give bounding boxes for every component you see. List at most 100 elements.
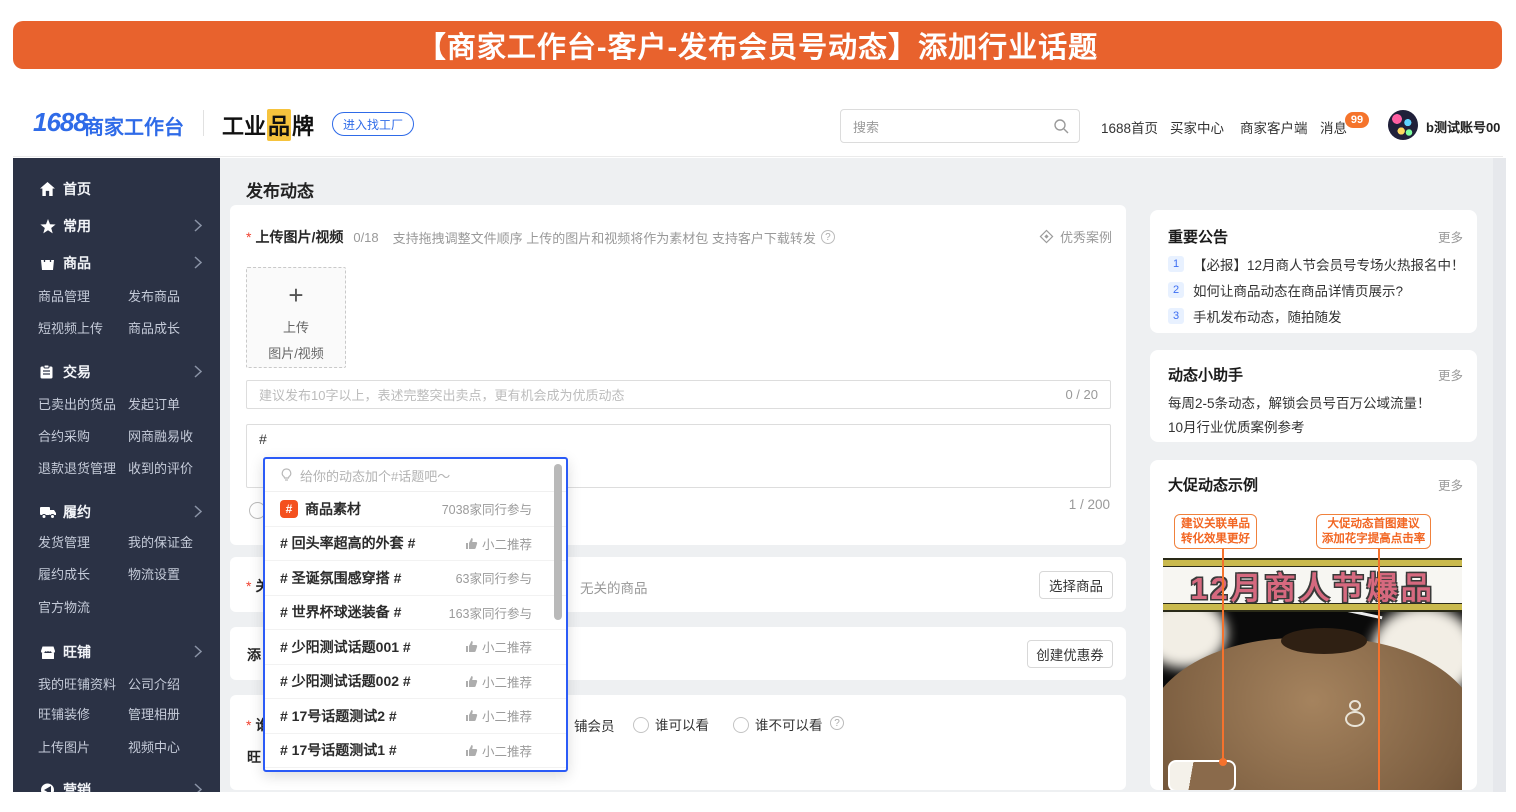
promo-example-image: 12月商人节爆品 [1163,558,1462,790]
promo-title: 大促动态示例 [1168,474,1258,495]
sidebar-item-received-reviews[interactable]: 收到的评价 [128,458,193,477]
topic-item[interactable]: # 商品素材 7038家同行参与 [265,492,566,527]
sidebar-item-marketing[interactable]: 营销 [13,779,220,792]
promo-pointer-line-right [1378,549,1380,790]
sidebar-item-video-center[interactable]: 视频中心 [128,737,180,756]
account-name[interactable]: b测试账号00 [1426,117,1500,136]
topic-item[interactable]: # 圣诞氛围感穿搭 # 63家同行参与 [265,561,566,596]
sidebar-item-goods-growth[interactable]: 商品成长 [128,318,180,337]
storefront-icon [40,646,56,659]
nav-merchant-client[interactable]: 商家客户端 [1240,117,1308,137]
bulb-icon [280,468,293,482]
announcement-item[interactable]: 2 如何让商品动态在商品详情页展示? [1168,280,1403,300]
sidebar-item-shop[interactable]: 旺铺 [13,641,220,663]
topic-item[interactable]: # 回头率超高的外套 # 小二推荐 [265,527,566,562]
radio-option-who-can-see[interactable]: 谁可以看 [633,714,709,735]
dropdown-scrollbar[interactable] [554,464,562,620]
assistant-more-link[interactable]: 更多 [1438,365,1463,384]
sidebar-item-logistics-settings[interactable]: 物流设置 [128,564,180,583]
sidebar-item-trade[interactable]: 交易 [13,361,220,383]
coupon-label: 添 [247,645,261,665]
thumb-up-icon [465,744,478,757]
promo-photo [1163,612,1462,790]
sidebar-item-online-finance[interactable]: 网商融易收 [128,426,193,445]
sidebar-item-company-intro[interactable]: 公司介绍 [128,674,180,693]
topic-dropdown: 给你的动态加个#话题吧～ # 商品素材 7038家同行参与 # 回头率超高的外套… [263,457,568,772]
sidebar-item-fulfillment-growth[interactable]: 履约成长 [38,564,90,583]
sidebar-subrow: 履约成长 物流设置 [13,564,220,584]
topic-item[interactable]: # 17号话题测试2 # 小二推荐 [265,699,566,734]
announcements-title: 重要公告 [1168,226,1228,247]
thumb-up-icon [465,640,478,653]
sidebar-item-favorites[interactable]: 常用 [13,215,220,237]
sidebar: 首页 常用 商品 商品管理 发布商品 短视频上传 商品成长 交易 已卖出的货品 … [13,158,220,792]
announcement-item[interactable]: 3 手机发布动态，随拍随发 [1168,306,1342,326]
search-icon[interactable] [1053,118,1069,134]
title-input[interactable]: 建议发布10字以上，表述完整突出卖点，更有机会成为优质动态 0 / 20 [246,380,1111,409]
sidebar-item-my-deposit[interactable]: 我的保证金 [128,532,193,551]
logo-workbench-label[interactable]: 商家工作台 [84,111,184,140]
promo-pointer-dot [1219,758,1227,766]
sidebar-item-shipping-manage[interactable]: 发货管理 [38,532,90,551]
announcements-more-link[interactable]: 更多 [1438,227,1463,246]
search-input[interactable]: 搜索 [840,109,1080,143]
nav-1688-home[interactable]: 1688首页 [1101,117,1158,137]
megaphone-icon [40,783,56,792]
sidebar-item-sold-goods[interactable]: 已卖出的货品 [38,394,116,413]
sidebar-item-short-video-upload[interactable]: 短视频上传 [38,318,103,337]
logo-1688[interactable]: 1688 [33,107,87,138]
banner-title: 【商家工作台-客户-发布会员号动态】添加行业话题 [417,24,1098,66]
sidebar-item-fulfillment[interactable]: 履约 [13,501,220,523]
sidebar-item-album-manage[interactable]: 管理相册 [128,704,180,723]
create-coupon-button[interactable]: 创建优惠券 [1027,640,1113,668]
topic-dropdown-header: 给你的动态加个#话题吧～ [265,459,566,492]
shop-member-label: 铺会员 [574,715,615,735]
topic-item[interactable]: # 少阳测试话题001 # 小二推荐 [265,630,566,665]
topic-item[interactable]: # 少阳测试话题002 # 小二推荐 [265,665,566,700]
sidebar-item-upload-image[interactable]: 上传图片 [38,737,90,756]
topic-item[interactable]: # 17号话题测试1 # 小二推荐 [265,734,566,769]
bear-logo-icon [1349,700,1361,711]
sidebar-item-goods-manage[interactable]: 商品管理 [38,286,90,305]
sidebar-item-shop-decoration[interactable]: 旺铺装修 [38,704,90,723]
hash-badge-icon: # [280,500,298,518]
sidebar-item-contract-purchase[interactable]: 合约采购 [38,426,90,445]
industrial-brand-logo[interactable]: 工业品牌 [222,109,314,141]
page-banner: 【商家工作台-客户-发布会员号动态】添加行业话题 [13,21,1502,69]
sidebar-item-home[interactable]: 首页 [13,178,220,200]
promo-pointer-line-left [1222,549,1224,762]
sidebar-item-official-logistics[interactable]: 官方物流 [38,597,90,616]
required-asterisk: * [246,717,251,733]
sidebar-item-goods[interactable]: 商品 [13,252,220,274]
message-count-badge[interactable]: 99 [1345,112,1369,128]
radio-option-who-cannot-see[interactable]: 谁不可以看 [733,714,823,735]
radio-icon[interactable] [633,717,649,733]
nav-buyer-center[interactable]: 买家中心 [1170,117,1224,137]
question-icon[interactable]: ? [830,716,844,730]
industrial-brand-part1: 工业 [222,109,266,141]
upload-media-button[interactable]: + 上传 图片/视频 [246,267,346,368]
radio-icon[interactable] [733,717,749,733]
chevron-right-icon [194,219,202,232]
question-icon[interactable]: ? [821,230,835,244]
sidebar-subrow: 已卖出的货品 发起订单 [13,394,220,414]
find-factory-button[interactable]: 进入找工厂 [332,112,414,136]
excellent-case-link[interactable]: 优秀案例 [1039,227,1112,246]
promo-more-link[interactable]: 更多 [1438,475,1463,494]
avatar[interactable] [1388,110,1418,140]
page-scrollbar[interactable] [1493,158,1506,792]
nav-messages[interactable]: 消息 [1320,117,1347,137]
promo-callout-right: 大促动态首图建议 添加花字提高点击率 [1316,514,1431,549]
sidebar-item-my-shop-info[interactable]: 我的旺铺资料 [38,674,116,693]
select-goods-button[interactable]: 选择商品 [1039,571,1113,599]
sidebar-subrow: 我的旺铺资料 公司介绍 [13,674,220,694]
sidebar-item-publish-goods[interactable]: 发布商品 [128,286,180,305]
screen: 【商家工作台-客户-发布会员号动态】添加行业话题 1688 商家工作台 工业品牌… [0,0,1516,812]
topic-item[interactable]: # 世界杯球迷装备 # 163家同行参与 [265,596,566,631]
upload-label-row: * 上传图片/视频 0/18 支持拖拽调整文件顺序 上传的图片和视频将作为素材包… [246,227,835,247]
announcement-item[interactable]: 1 【必报】12月商人节会员号专场火热报名中！ [1168,254,1465,274]
sidebar-item-create-order[interactable]: 发起订单 [128,394,180,413]
sidebar-item-refund-manage[interactable]: 退款退货管理 [38,458,116,477]
sidebar-subrow: 退款退货管理 收到的评价 [13,458,220,478]
chevron-right-icon [194,256,202,269]
